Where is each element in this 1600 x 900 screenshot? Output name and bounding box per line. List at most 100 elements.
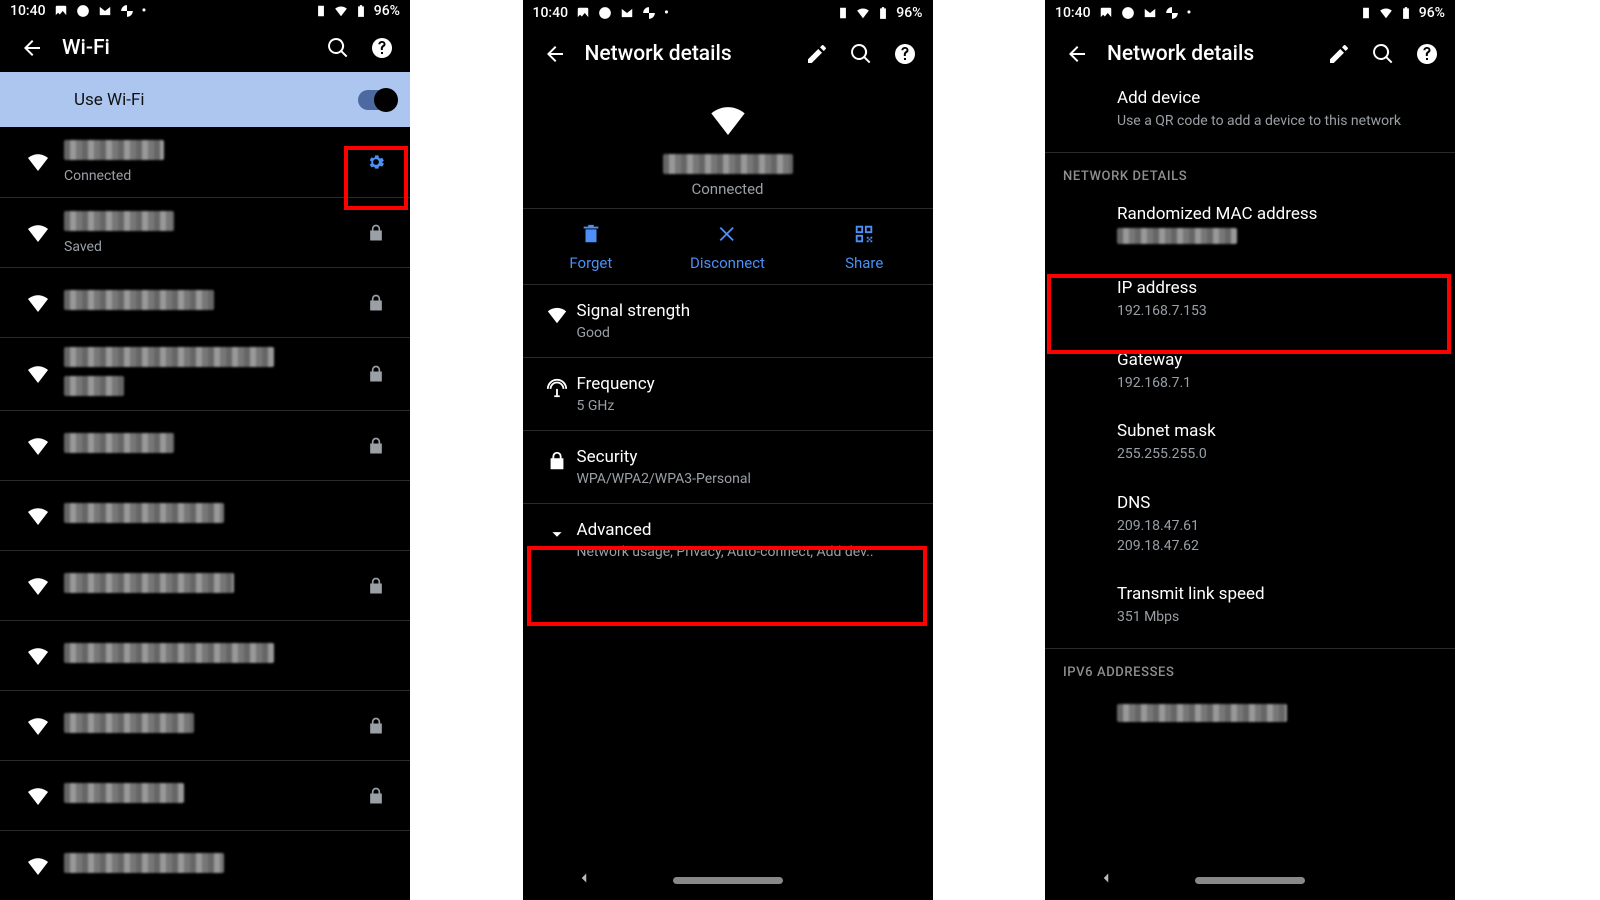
wifi-network-connected[interactable]: Connected	[0, 127, 410, 197]
frequency-icon	[537, 374, 577, 399]
appbar-wifi: Wi-Fi	[0, 23, 410, 73]
security-row: Security WPA/WPA2/WPA3-Personal	[523, 431, 933, 504]
battery-icon	[354, 4, 368, 18]
edit-button[interactable]	[1317, 32, 1361, 76]
notif-photos-icon	[1165, 6, 1179, 20]
notif-photos-icon	[120, 4, 134, 18]
expand-icon	[537, 520, 577, 545]
search-button[interactable]	[316, 26, 360, 70]
wifi-signal-icon	[16, 221, 60, 245]
nav-back-button[interactable]	[575, 869, 593, 891]
wifi-status-connected: Connected	[64, 168, 356, 184]
network-settings-button[interactable]	[356, 152, 396, 172]
mac-address-row: Randomized MAC address	[1045, 190, 1455, 265]
forget-button[interactable]: Forget	[523, 209, 660, 284]
lock-icon	[356, 293, 396, 313]
wifi-status-icon	[334, 4, 348, 18]
back-button[interactable]	[533, 32, 577, 76]
trash-icon	[580, 223, 602, 245]
wifi-signal-icon	[16, 291, 60, 315]
gateway-row: Gateway 192.168.7.1	[1045, 336, 1455, 408]
wifi-network-item[interactable]	[0, 760, 410, 830]
lock-icon	[356, 786, 396, 806]
network-actions: Forget Disconnect Share	[523, 208, 933, 285]
ssid-redacted	[663, 154, 793, 174]
wifi-toggle-switch[interactable]	[358, 90, 396, 110]
disconnect-button[interactable]: Disconnect	[659, 209, 796, 284]
wifi-status-saved: Saved	[64, 239, 356, 255]
vibrate-icon	[1359, 6, 1373, 20]
notif-image-icon	[1099, 6, 1113, 20]
gesture-pill[interactable]	[1195, 877, 1305, 884]
edit-button[interactable]	[795, 32, 839, 76]
use-wifi-toggle-row[interactable]: Use Wi-Fi	[0, 72, 410, 127]
mac-redacted	[1117, 228, 1237, 244]
battery-icon	[876, 6, 890, 20]
notif-image-icon	[576, 6, 590, 20]
search-button[interactable]	[1361, 32, 1405, 76]
section-ipv6: IPV6 ADDRESSES	[1045, 649, 1455, 686]
ssid-redacted	[64, 573, 234, 593]
wifi-network-item[interactable]	[0, 620, 410, 690]
notif-more-icon: •	[664, 5, 671, 21]
ssid-redacted	[64, 433, 174, 453]
appbar-title: Network details	[585, 42, 787, 66]
lock-icon	[356, 436, 396, 456]
wifi-icon	[537, 301, 577, 326]
status-time: 10:40	[1055, 5, 1091, 21]
back-button[interactable]	[1055, 32, 1099, 76]
ipv6-redacted	[1117, 704, 1287, 722]
notif-image-icon	[54, 4, 68, 18]
status-bar: 10:40 • 96%	[0, 0, 410, 23]
ssid-redacted	[64, 503, 224, 523]
wifi-icon	[708, 100, 748, 140]
help-button[interactable]	[883, 32, 927, 76]
lock-icon	[537, 447, 577, 472]
status-time: 10:40	[533, 5, 569, 21]
wifi-network-saved[interactable]: Saved	[0, 197, 410, 267]
transmit-link-speed-row: Transmit link speed 351 Mbps	[1045, 570, 1455, 642]
appbar-title: Network details	[1107, 42, 1309, 66]
lock-icon	[356, 576, 396, 596]
ssid-redacted	[64, 643, 274, 663]
help-button[interactable]	[360, 26, 404, 70]
ipv6-address-row	[1045, 686, 1455, 743]
add-device-row[interactable]: Add device Use a QR code to add a device…	[1045, 82, 1455, 146]
section-network-details: NETWORK DETAILS	[1045, 153, 1455, 190]
wifi-network-item[interactable]	[0, 410, 410, 480]
wifi-network-item[interactable]	[0, 690, 410, 760]
notif-gmail-icon	[98, 4, 112, 18]
nav-bar	[1045, 860, 1455, 900]
advanced-row[interactable]: Advanced Network usage, Privacy, Auto-co…	[523, 504, 933, 576]
wifi-signal-icon	[16, 784, 60, 808]
nav-back-button[interactable]	[1097, 869, 1115, 891]
nav-bar	[523, 860, 933, 900]
status-time: 10:40	[10, 3, 46, 19]
ip-address-row: IP address 192.168.7.153	[1045, 264, 1455, 336]
status-bar: 10:40 • 96%	[1045, 0, 1455, 26]
qr-icon	[853, 223, 875, 245]
wifi-network-item[interactable]	[0, 830, 410, 900]
ssid-redacted	[64, 853, 224, 873]
gesture-pill[interactable]	[673, 877, 783, 884]
wifi-network-item[interactable]	[0, 267, 410, 337]
share-button[interactable]: Share	[796, 209, 933, 284]
frequency-row: Frequency 5 GHz	[523, 358, 933, 431]
wifi-network-item[interactable]	[0, 550, 410, 620]
phone-3-network-details-advanced: 10:40 • 96% Network details Add device U…	[1045, 0, 1455, 900]
notif-gmail-icon	[1143, 6, 1157, 20]
dns-row: DNS 209.18.47.61209.18.47.62	[1045, 479, 1455, 570]
connection-status: Connected	[523, 180, 933, 198]
back-button[interactable]	[10, 26, 54, 70]
help-button[interactable]	[1405, 32, 1449, 76]
wifi-signal-icon	[16, 150, 60, 174]
status-bar: 10:40 • 96%	[523, 0, 933, 26]
wifi-network-item[interactable]	[0, 480, 410, 550]
wifi-status-icon	[856, 6, 870, 20]
battery-percent: 96%	[896, 5, 922, 21]
vibrate-icon	[314, 4, 328, 18]
search-button[interactable]	[839, 32, 883, 76]
wifi-signal-icon	[16, 854, 60, 878]
wifi-network-item[interactable]	[0, 337, 410, 410]
notif-xbox-icon	[76, 4, 90, 18]
